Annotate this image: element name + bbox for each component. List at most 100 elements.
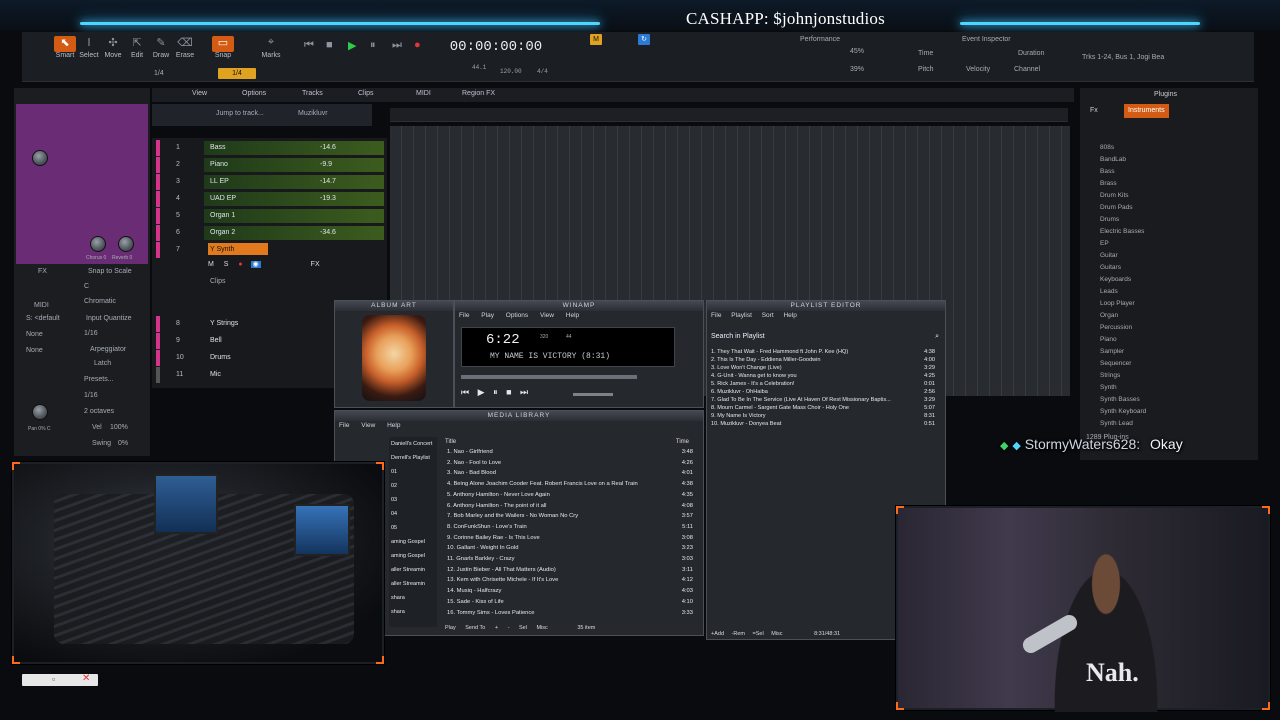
reverb-knob[interactable] xyxy=(118,236,134,252)
browser-item[interactable]: Drums xyxy=(1100,216,1119,223)
winamp-pause-icon[interactable]: ⏸ xyxy=(493,387,498,397)
winamp-volume-slider[interactable] xyxy=(573,393,613,396)
ml-song-row[interactable]: 14. Musiq - Halfcrazy 4:03 xyxy=(447,588,695,599)
vel-value[interactable]: 100% xyxy=(110,424,128,431)
winamp-next-icon[interactable]: ⏭ xyxy=(520,387,528,397)
tempo-display[interactable]: 120.00 xyxy=(500,68,522,75)
rewind-icon[interactable]: ⏮ xyxy=(304,39,314,52)
ml-sendto-button[interactable]: Send To xyxy=(465,625,485,631)
clips-dropdown[interactable]: Clips xyxy=(210,278,226,285)
browser-item[interactable]: Drum Kits xyxy=(1100,192,1129,199)
winamp-menu-play[interactable]: Play xyxy=(481,312,494,319)
browser-item[interactable]: Bass xyxy=(1100,168,1114,175)
browser-item[interactable]: EP xyxy=(1100,240,1109,247)
snap-button[interactable]: ▭ Snap xyxy=(212,36,234,59)
ml-tree-item[interactable]: shara xyxy=(391,595,405,601)
menu-midi[interactable]: MIDI xyxy=(416,90,431,97)
ml-play-button[interactable]: Play xyxy=(445,625,456,631)
track-volume[interactable]: -9.9 xyxy=(320,161,332,168)
ml-song-row[interactable]: 16. Tommy Sims - Loves Patience 3:33 xyxy=(447,610,695,621)
playlist-item[interactable]: 10. Muzikluvr - Donyea Beat 0:51 xyxy=(711,421,939,429)
close-icon[interactable]: ✕ xyxy=(82,673,90,684)
snap-value[interactable]: 1/4 xyxy=(218,68,256,79)
track-name[interactable]: Organ 1 xyxy=(210,212,235,219)
marks-button[interactable]: ⌖ Marks xyxy=(260,36,282,59)
playlist-item[interactable]: 9. My Name Is Victory 8:31 xyxy=(711,413,939,421)
browser-item[interactable]: Synth xyxy=(1100,384,1117,391)
timecode-display[interactable]: 00:00:00:00 xyxy=(440,36,552,58)
browser-item[interactable]: Brass xyxy=(1100,180,1117,187)
ml-song-row[interactable]: 10. Gallant - Weight In Gold 3:23 xyxy=(447,545,695,556)
playlist-item[interactable]: 7. Glad To Be In The Service (Live At Ha… xyxy=(711,397,939,405)
browser-item[interactable]: BandLab xyxy=(1100,156,1126,163)
media-library-window[interactable]: MEDIA LIBRARY File View Help Daniell's C… xyxy=(334,410,704,636)
tab-plugins[interactable]: Plugins xyxy=(1150,88,1181,102)
ml-song-row[interactable]: 12. Justin Bieber - All That Matters (Au… xyxy=(447,567,695,578)
browser-item[interactable]: Electric Basses xyxy=(1100,228,1144,235)
track-row[interactable]: 6 Organ 2 -34.6 xyxy=(152,225,387,241)
ml-song-row[interactable]: 13. Kem with Chrisette Michele - If It's… xyxy=(447,577,695,588)
presets-dropdown[interactable]: Presets... xyxy=(84,376,114,383)
track-row[interactable]: 2 Piano -9.9 xyxy=(152,157,387,173)
output-none-2[interactable]: None xyxy=(26,347,43,354)
winamp-seek-bar[interactable] xyxy=(461,375,637,379)
ml-tree-item[interactable]: aller Streamin xyxy=(391,567,425,573)
ml-song-row[interactable]: 5. Anthony Hamilton - Never Love Again 4:… xyxy=(447,492,695,503)
playlist-item[interactable]: 2. This Is The Day - Eddiena Miller-Good… xyxy=(711,357,939,365)
ml-tree-item[interactable]: shara xyxy=(391,609,405,615)
ml-song-row[interactable]: 3. Nao - Bad Blood 4:01 xyxy=(447,470,695,481)
winamp-menu-view[interactable]: View xyxy=(540,312,554,319)
playlist-menu-file[interactable]: File xyxy=(711,312,721,319)
winamp-main-window[interactable]: WINAMP File Play Options View Help 6:22 … xyxy=(454,300,704,408)
track-name[interactable]: LL EP xyxy=(210,178,229,185)
winamp-play-icon[interactable]: ▶ xyxy=(478,387,485,397)
fast-forward-icon[interactable]: ⏭ xyxy=(392,39,402,52)
playlist-item[interactable]: 5. Rick James - It's a Celebration! 0:01 xyxy=(711,381,939,389)
browser-item[interactable]: Loop Player xyxy=(1100,300,1135,307)
playlist-menu-help[interactable]: Help xyxy=(783,312,796,319)
loop-button[interactable]: ↻ xyxy=(638,34,650,45)
winamp-prev-icon[interactable]: ⏮ xyxy=(461,387,469,397)
tab-instruments[interactable]: Instruments xyxy=(1124,104,1169,118)
ml-song-row[interactable]: 7. Bob Marley and the Wailers - No Woman… xyxy=(447,513,695,524)
track-name[interactable]: Organ 2 xyxy=(210,229,235,236)
playlist-item[interactable]: 4. G-Unit - Wanna get to know you 4:25 xyxy=(711,373,939,381)
menu-clips[interactable]: Clips xyxy=(358,90,374,97)
time-signature[interactable]: 4/4 xyxy=(537,68,548,75)
record-icon[interactable]: ● xyxy=(414,39,421,51)
track-fx-button[interactable]: FX xyxy=(311,261,320,268)
playlist-sel-button[interactable]: =Sel xyxy=(753,631,764,637)
ml-tree-item[interactable]: 03 xyxy=(391,497,397,503)
metronome-m-button[interactable]: M xyxy=(590,34,602,45)
playlist-rem-button[interactable]: -Rem xyxy=(732,631,745,637)
chorus-knob[interactable] xyxy=(90,236,106,252)
ml-col-title[interactable]: Title xyxy=(445,439,456,445)
browser-item[interactable]: Synth Keyboard xyxy=(1100,408,1146,415)
ml-menu-file[interactable]: File xyxy=(339,422,349,429)
ml-tree-item[interactable]: 02 xyxy=(391,483,397,489)
ml-song-row[interactable]: 15. Sade - Kiss of Life 4:10 xyxy=(447,599,695,610)
volume-knob[interactable] xyxy=(32,150,48,166)
browser-item[interactable]: Drum Pads xyxy=(1100,204,1133,211)
track-name[interactable]: Y Strings xyxy=(210,320,238,327)
browser-item[interactable]: Percussion xyxy=(1100,324,1132,331)
browser-item[interactable]: Synth Basses xyxy=(1100,396,1140,403)
latch-toggle[interactable]: Latch xyxy=(94,360,111,367)
timeline-ruler[interactable] xyxy=(390,108,1068,122)
winamp-album-art-window[interactable]: ALBUM ART xyxy=(334,300,454,408)
move-tool-button[interactable]: ✣ Move xyxy=(102,36,124,59)
ml-tree-item[interactable]: aming Gospel xyxy=(391,553,425,559)
winamp-menu-file[interactable]: File xyxy=(459,312,469,319)
browser-item[interactable]: Sampler xyxy=(1100,348,1124,355)
ml-col-time[interactable]: Time xyxy=(676,439,689,445)
browser-item[interactable]: 808s xyxy=(1100,144,1114,151)
track-row-selected[interactable]: 7 Y Synth xyxy=(152,242,387,258)
ml-tree-item[interactable]: Derrell's Playlist xyxy=(391,455,430,461)
winamp-menu-help[interactable]: Help xyxy=(566,312,579,319)
menu-tracks[interactable]: Tracks xyxy=(302,90,323,97)
playlist-add-button[interactable]: +Add xyxy=(711,631,724,637)
ml-tree-item[interactable]: aming Gospel xyxy=(391,539,425,545)
ml-menu-help[interactable]: Help xyxy=(387,422,400,429)
playlist-search[interactable]: Search in Playlist ⌕ xyxy=(711,333,941,343)
playlist-misc-button[interactable]: Misc xyxy=(771,631,782,637)
